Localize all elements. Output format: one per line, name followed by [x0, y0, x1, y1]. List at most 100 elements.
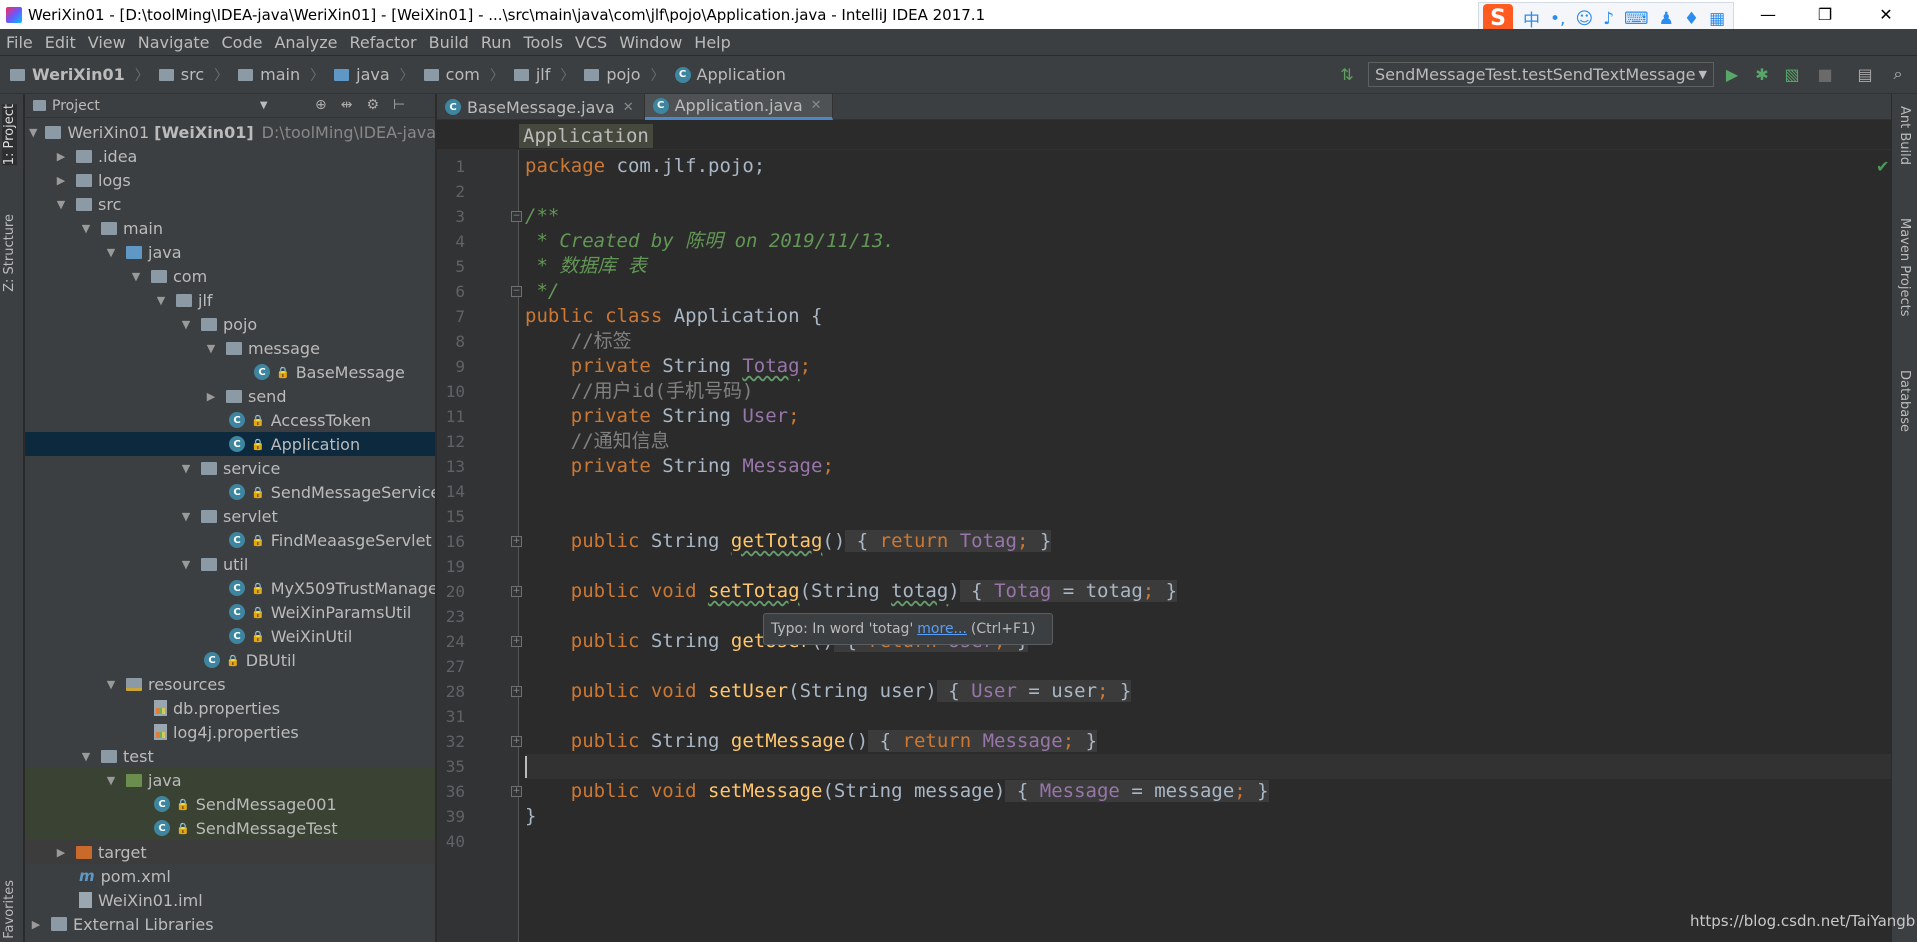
stop-icon[interactable]: ■ [1815, 64, 1835, 84]
tab-basemessage-java[interactable]: C BaseMessage.java ✕ [437, 94, 645, 120]
fold-icon[interactable]: − [511, 211, 522, 222]
tree-item-sendmessage001[interactable]: C 🔒 SendMessage001 [25, 792, 435, 816]
tree-item-target[interactable]: ▶ target [25, 840, 435, 864]
minimize-icon[interactable]: — [1740, 0, 1796, 29]
tree-item-project-root[interactable]: ▼ WeriXin01 [WeiXin01] D:\toolMing\IDEA-jav… [25, 120, 435, 144]
tree-item-resources[interactable]: ▼ resources [25, 672, 435, 696]
tree-item-util[interactable]: ▼ util [25, 552, 435, 576]
menu-window[interactable]: Window [613, 33, 688, 52]
expanded-icon[interactable]: ▼ [54, 198, 68, 211]
tree-item-db-properties[interactable]: db.properties [25, 696, 435, 720]
microphone-icon[interactable]: ♪ [1603, 9, 1614, 29]
run-icon[interactable]: ▶ [1722, 64, 1742, 84]
emoji-icon[interactable]: ☺ [1575, 9, 1593, 29]
menu-run[interactable]: Run [475, 33, 518, 52]
breadcrumb-src[interactable]: src 〉 [149, 65, 228, 85]
tree-item-main[interactable]: ▼ main [25, 216, 435, 240]
expanded-icon[interactable]: ▼ [129, 270, 143, 283]
tree-item-myx509trustmanager[interactable]: C 🔒 MyX509TrustManager [25, 576, 435, 600]
close-tab-icon[interactable]: ✕ [623, 100, 634, 115]
menu-edit[interactable]: Edit [39, 33, 82, 52]
fold-icon[interactable]: + [511, 536, 522, 547]
tree-item-jlf[interactable]: ▼ jlf [25, 288, 435, 312]
breadcrumb-jlf[interactable]: jlf 〉 [504, 65, 574, 85]
expanded-icon[interactable]: ▼ [104, 774, 118, 787]
fold-icon[interactable]: + [511, 786, 522, 797]
tree-item-sendmessagetest[interactable]: C 🔒 SendMessageTest [25, 816, 435, 840]
collapse-icon[interactable]: ⇹ [341, 97, 353, 113]
tree-item-servlet[interactable]: ▼ servlet [25, 504, 435, 528]
tree-item-service[interactable]: ▼ service [25, 456, 435, 480]
view-dropdown-icon[interactable]: ▼ [260, 100, 268, 111]
expanded-icon[interactable]: ▼ [154, 294, 168, 307]
menu-tools[interactable]: Tools [518, 33, 569, 52]
tree-item-test-java[interactable]: ▼ java [25, 768, 435, 792]
breadcrumb-java[interactable]: java 〉 [324, 65, 414, 85]
coverage-icon[interactable]: ▧ [1782, 64, 1802, 84]
grid-icon[interactable]: ▦ [1709, 9, 1725, 29]
tab-project[interactable]: 1: Project [2, 104, 17, 166]
tab-database[interactable]: Database [1897, 370, 1912, 432]
tree-item-sendmessageservice[interactable]: C 🔒 SendMessageService [25, 480, 435, 504]
expanded-icon[interactable]: ▼ [179, 510, 193, 523]
project-structure-icon[interactable]: ▤ [1855, 64, 1875, 84]
tab-ant-build[interactable]: Ant Build [1897, 106, 1912, 165]
menu-refactor[interactable]: Refactor [344, 33, 423, 52]
tree-item-logs[interactable]: ▶ logs [25, 168, 435, 192]
menu-vcs[interactable]: VCS [569, 33, 613, 52]
fold-icon[interactable]: + [511, 636, 522, 647]
fold-icon[interactable]: + [511, 686, 522, 697]
tree-item-com[interactable]: ▼ com [25, 264, 435, 288]
skin-icon[interactable]: ♦ [1684, 9, 1699, 29]
gear-icon[interactable]: ⚙ [366, 97, 379, 113]
tree-item-idea[interactable]: ▶ .idea [25, 144, 435, 168]
expanded-icon[interactable]: ▼ [29, 126, 37, 139]
tree-item-message[interactable]: ▼ message [25, 336, 435, 360]
menu-code[interactable]: Code [216, 33, 269, 52]
breadcrumb-com[interactable]: com 〉 [414, 65, 504, 85]
tab-favorites[interactable]: Favorites [2, 880, 17, 939]
build-icon[interactable]: ⇅ [1337, 64, 1357, 84]
close-icon[interactable]: ✕ [1858, 0, 1914, 29]
tab-structure[interactable]: Z: Structure [2, 214, 17, 292]
user-icon[interactable]: ♟ [1659, 9, 1674, 29]
expanded-icon[interactable]: ▼ [79, 750, 93, 763]
collapsed-icon[interactable]: ▶ [54, 174, 68, 187]
tree-item-test[interactable]: ▼ test [25, 744, 435, 768]
ime-punct-toggle[interactable]: •, [1550, 9, 1565, 29]
tree-item-findmeaasgeservlet[interactable]: C 🔒 FindMeaasgeServlet [25, 528, 435, 552]
tree-item-log4j-properties[interactable]: log4j.properties [25, 720, 435, 744]
tree-item-weixinutil[interactable]: C 🔒 WeiXinUtil [25, 624, 435, 648]
tree-item-dbutil[interactable]: C 🔒 DBUtil [25, 648, 435, 672]
expanded-icon[interactable]: ▼ [79, 222, 93, 235]
tree-item-external-libraries[interactable]: ▶ External Libraries [25, 912, 435, 936]
breadcrumb-main[interactable]: main 〉 [228, 65, 324, 85]
hide-icon[interactable]: ⊢ [393, 97, 405, 113]
expanded-icon[interactable]: ▼ [179, 318, 193, 331]
menu-file[interactable]: File [0, 33, 39, 52]
fold-icon[interactable]: + [511, 736, 522, 747]
expanded-icon[interactable]: ▼ [179, 462, 193, 475]
tree-item-java[interactable]: ▼ java [25, 240, 435, 264]
tab-application-java[interactable]: C Application.java ✕ [644, 94, 833, 120]
tree-item-accesstoken[interactable]: C 🔒 AccessToken [25, 408, 435, 432]
fold-icon[interactable]: − [511, 286, 522, 297]
keyboard-icon[interactable]: ⌨ [1624, 9, 1649, 29]
breadcrumb-application[interactable]: C Application [665, 65, 786, 84]
menu-analyze[interactable]: Analyze [268, 33, 343, 52]
inspection-ok-icon[interactable]: ✔ [1876, 157, 1889, 176]
expanded-icon[interactable]: ▼ [179, 558, 193, 571]
locate-icon[interactable]: ⊕ [315, 97, 327, 113]
class-breadcrumb[interactable]: Application [519, 124, 653, 148]
tree-item-weixinparamsutil[interactable]: C 🔒 WeiXinParamsUtil [25, 600, 435, 624]
tree-item-pojo[interactable]: ▼ pojo [25, 312, 435, 336]
breadcrumb-pojo[interactable]: pojo 〉 [574, 65, 665, 85]
collapsed-icon[interactable]: ▶ [29, 918, 43, 931]
tab-maven-projects[interactable]: Maven Projects [1897, 218, 1912, 317]
menu-navigate[interactable]: Navigate [132, 33, 216, 52]
tooltip-more-link[interactable]: more... [917, 621, 967, 637]
collapsed-icon[interactable]: ▶ [54, 150, 68, 163]
expanded-icon[interactable]: ▼ [204, 342, 218, 355]
tree-item-src[interactable]: ▼ src [25, 192, 435, 216]
menu-view[interactable]: View [82, 33, 132, 52]
